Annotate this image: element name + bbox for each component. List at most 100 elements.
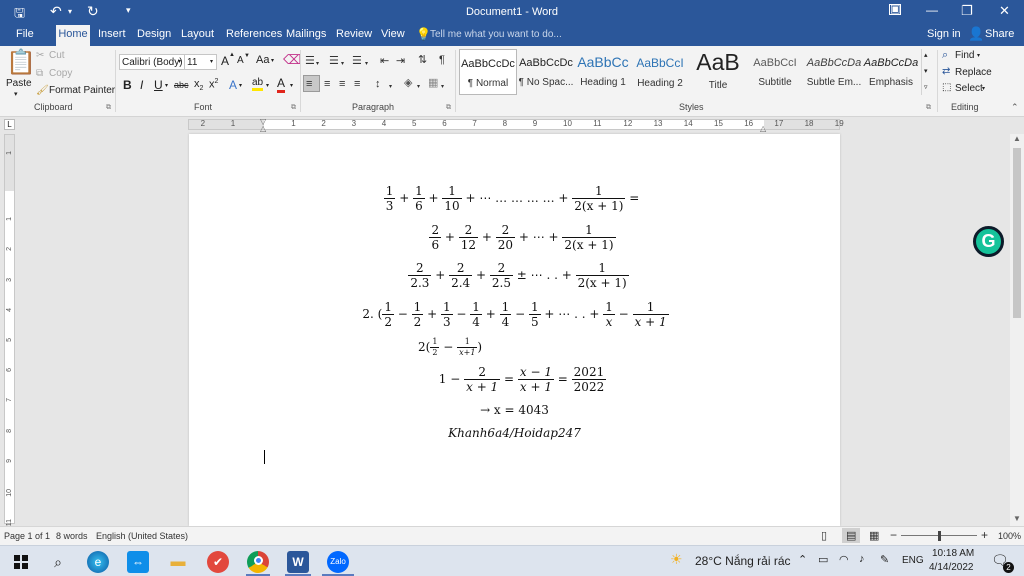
- chrome-icon[interactable]: [247, 551, 269, 573]
- line-spacing-icon[interactable]: ↕: [375, 78, 381, 90]
- chevron-down-icon[interactable]: ▾: [365, 58, 368, 70]
- highlight-button[interactable]: ab: [252, 77, 264, 91]
- zoom-slider-thumb[interactable]: [938, 531, 941, 541]
- left-indent-icon[interactable]: △: [260, 124, 266, 133]
- pen-icon[interactable]: ✎: [880, 553, 889, 566]
- chevron-down-icon[interactable]: ▾: [977, 52, 980, 59]
- shading-icon[interactable]: ◈: [404, 77, 412, 89]
- italic-button[interactable]: I: [140, 78, 143, 92]
- zalo-icon[interactable]: Zalo: [327, 551, 349, 573]
- cut-button[interactable]: Cut: [49, 50, 65, 61]
- shrink-font-button[interactable]: A: [237, 55, 244, 66]
- chevron-down-icon[interactable]: ▾: [165, 82, 168, 89]
- edge-icon[interactable]: e: [87, 551, 109, 573]
- tab-file[interactable]: File: [16, 28, 34, 40]
- align-center-icon[interactable]: ≡: [324, 78, 330, 90]
- font-family-select[interactable]: Calibri (Body) ▾: [119, 54, 185, 70]
- increase-indent-icon[interactable]: ⇥: [396, 55, 405, 67]
- tab-view[interactable]: View: [381, 28, 405, 40]
- select-icon[interactable]: ⬚: [942, 82, 951, 93]
- vertical-scrollbar[interactable]: ▲ ▼: [1010, 134, 1024, 526]
- font-size-select[interactable]: 11 ▾: [184, 54, 217, 70]
- tab-home[interactable]: Home: [56, 25, 90, 46]
- tell-me-input[interactable]: Tell me what you want to do...: [430, 29, 562, 40]
- input-language[interactable]: ENG: [902, 555, 924, 566]
- select-button[interactable]: Select: [955, 83, 983, 94]
- web-layout-icon[interactable]: ▦: [869, 529, 879, 542]
- tab-mailings[interactable]: Mailings: [286, 28, 326, 40]
- paste-dropdown-icon[interactable]: ▾: [14, 90, 18, 98]
- numbering-icon[interactable]: ☰: [329, 55, 339, 67]
- style-title[interactable]: AaB Title: [689, 49, 747, 95]
- restore-button[interactable]: ❐: [961, 3, 973, 19]
- search-icon[interactable]: ⌕: [47, 551, 69, 573]
- style-no-spacing[interactable]: AaBbCcDc ¶ No Spac...: [517, 49, 575, 95]
- grammarly-button[interactable]: G: [973, 226, 1004, 257]
- tab-insert[interactable]: Insert: [98, 28, 126, 40]
- teamviewer-icon[interactable]: ⇔: [127, 551, 149, 573]
- underline-button[interactable]: U: [154, 78, 163, 92]
- styles-scroll[interactable]: ▴ ▾ ▿: [921, 49, 933, 95]
- style-heading-1[interactable]: AaBbCc Heading 1: [574, 49, 632, 95]
- text-effects-button[interactable]: A: [229, 78, 237, 92]
- styles-launcher-icon[interactable]: ⧉: [926, 104, 931, 112]
- minimize-button[interactable]: —: [926, 3, 938, 17]
- wifi-icon[interactable]: ◠: [839, 553, 849, 566]
- page-count[interactable]: Page 1 of 1: [4, 531, 50, 541]
- chevron-down-icon[interactable]: ▾: [239, 82, 242, 89]
- align-right-icon[interactable]: ≡: [339, 78, 345, 90]
- decrease-indent-icon[interactable]: ⇤: [380, 55, 389, 67]
- chevron-down-icon[interactable]: ▾: [441, 81, 444, 93]
- bold-button[interactable]: B: [123, 78, 132, 92]
- more-styles-icon[interactable]: ▿: [924, 83, 928, 91]
- subscript-button[interactable]: x2: [194, 78, 203, 92]
- paste-label[interactable]: Paste: [6, 78, 32, 89]
- pilcrow-icon[interactable]: ¶: [439, 54, 445, 66]
- clock-time[interactable]: 10:18 AM: [932, 548, 974, 559]
- style-normal[interactable]: AaBbCcDc ¶ Normal: [459, 49, 517, 95]
- sort-icon[interactable]: ⇅: [418, 54, 427, 66]
- close-button[interactable]: ✕: [999, 3, 1010, 19]
- scroll-up-icon[interactable]: ▲: [1013, 134, 1021, 143]
- chevron-down-icon[interactable]: ▾: [271, 57, 274, 64]
- chevron-down-icon[interactable]: ▾: [389, 81, 392, 93]
- weather-text[interactable]: 28°C Nắng rải rác: [695, 554, 791, 568]
- paste-icon[interactable]: 📋: [6, 48, 36, 77]
- chevron-down-icon[interactable]: ▾: [266, 82, 269, 89]
- multilevel-list-icon[interactable]: ☰: [352, 55, 362, 67]
- chevron-down-icon[interactable]: ▾: [341, 58, 344, 70]
- scroll-down-icon[interactable]: ▼: [1013, 514, 1021, 523]
- zoom-out-icon[interactable]: −: [890, 528, 897, 542]
- todo-icon[interactable]: ✔: [207, 551, 229, 573]
- language-status[interactable]: English (United States): [96, 531, 188, 541]
- weather-icon[interactable]: ☀: [670, 551, 683, 568]
- share-button[interactable]: Share: [985, 28, 1014, 40]
- chevron-up-icon[interactable]: ⌃: [798, 553, 807, 566]
- paragraph-launcher-icon[interactable]: ⧉: [446, 104, 451, 112]
- style-heading-2[interactable]: AaBbCcI Heading 2: [631, 49, 689, 95]
- chevron-down-icon[interactable]: ▾: [924, 67, 928, 75]
- justify-icon[interactable]: ≡: [354, 78, 360, 90]
- chevron-down-icon[interactable]: ▾: [316, 58, 319, 70]
- right-indent-icon[interactable]: △: [760, 124, 766, 133]
- word-count[interactable]: 8 words: [56, 531, 88, 541]
- vertical-ruler[interactable]: 1 1 2 3 4 5 6 7 8 9 10 11: [4, 134, 15, 526]
- battery-icon[interactable]: ▭: [818, 553, 828, 566]
- format-painter-button[interactable]: Format Painter: [49, 85, 115, 96]
- collapse-ribbon-icon[interactable]: ⌃: [1011, 102, 1019, 113]
- clock-date[interactable]: 4/14/2022: [929, 562, 974, 573]
- zoom-in-icon[interactable]: +: [981, 528, 988, 542]
- font-color-button[interactable]: A: [277, 76, 286, 93]
- tab-references[interactable]: References: [226, 28, 282, 40]
- align-left-button[interactable]: ≡: [303, 75, 320, 92]
- chevron-down-icon[interactable]: ▾: [290, 82, 293, 89]
- chevron-up-icon[interactable]: ▴: [924, 51, 928, 59]
- ribbon-display-icon[interactable]: ▣: [889, 4, 901, 15]
- strikethrough-button[interactable]: abc: [174, 80, 189, 90]
- chevron-down-icon[interactable]: ▾: [417, 81, 420, 93]
- style-subtitle[interactable]: AaBbCcI Subtitle: [746, 49, 804, 95]
- word-icon[interactable]: W: [287, 551, 309, 573]
- tab-review[interactable]: Review: [336, 28, 372, 40]
- document-page[interactable]: 13 + 16 + 1 10 + ⋯ … … … … + 1 2(x + 1) = …: [189, 134, 840, 526]
- format-painter-icon[interactable]: 🖌: [36, 85, 49, 96]
